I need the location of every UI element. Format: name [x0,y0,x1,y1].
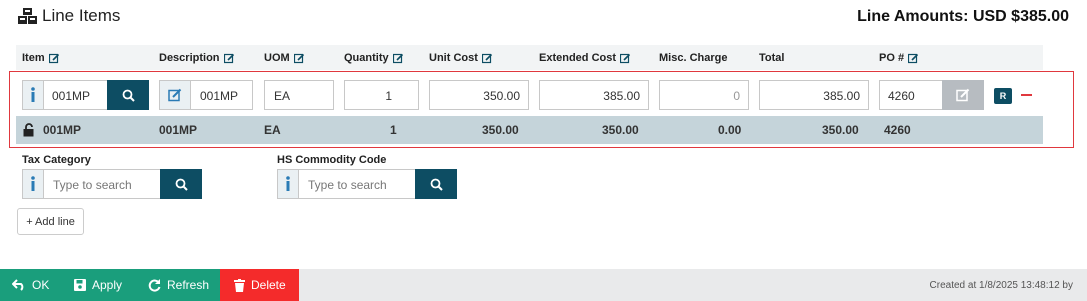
unit-cost-input[interactable]: 350.00 [429,80,529,110]
summary-description: 001MP [159,123,198,137]
summary-item: 001MP [43,123,82,137]
info-icon [286,176,290,191]
info-icon [31,176,35,191]
column-header-extended-cost[interactable]: Extended Cost [539,52,631,64]
cubes-icon [18,7,37,24]
edit-icon [908,53,919,63]
summary-unit-cost: 350.00 [482,123,519,137]
column-header-item[interactable]: Item [22,52,60,64]
column-header-quantity[interactable]: Quantity [344,52,404,64]
header: Line Items Line Amounts: USD $385.00 [18,6,1069,30]
unlock-icon [23,123,34,137]
line-items-page: Line Items Line Amounts: USD $385.00 Ite… [0,0,1087,301]
r-badge-button[interactable]: R [994,88,1012,104]
uom-input[interactable]: EA [264,80,334,110]
edit-icon [481,53,492,63]
apply-button[interactable]: Apply [74,269,122,301]
tax-category-input[interactable]: Type to search [43,169,161,199]
refresh-icon [148,278,161,291]
edit-icon [168,88,182,102]
description-input[interactable]: 001MP [190,80,253,110]
item-search-button[interactable] [107,80,149,110]
edit-icon [48,53,59,63]
column-header-description[interactable]: Description [159,52,235,64]
total-input[interactable]: 385.00 [759,80,869,110]
info-icon [31,87,35,102]
summary-extended-cost: 350.00 [602,123,639,137]
search-icon [175,178,188,191]
created-at-text: Created at 1/8/2025 13:48:12 by [929,280,1073,291]
edit-icon [956,88,970,102]
column-header-misc-charge: Misc. Charge [659,52,728,64]
ok-button[interactable]: OK [12,269,49,301]
tax-category-label: Tax Category [22,154,91,166]
delete-button[interactable]: Delete [220,269,299,301]
summary-quantity: 1 [390,123,397,137]
edit-icon [392,53,403,63]
description-edit-button[interactable] [159,80,191,110]
footer-bar: OK Apply Refresh Delete Created at 1/8/2… [0,269,1087,301]
hs-commodity-label: HS Commodity Code [277,154,387,166]
edit-icon [620,53,631,63]
tax-category-info-button[interactable] [22,169,44,199]
summary-po: 4260 [884,123,911,137]
column-header-unit-cost[interactable]: Unit Cost [429,52,493,64]
item-info-button[interactable] [22,80,44,110]
search-icon [430,178,443,191]
po-input[interactable]: 4260 [879,80,943,110]
hs-commodity-input[interactable]: Type to search [298,169,416,199]
edit-icon [293,53,304,63]
summary-misc-charge: 0.00 [718,123,742,137]
page-title-text: Line Items [42,6,121,25]
save-icon [74,279,86,291]
line-summary-row[interactable]: 001MP 001MP EA 1 350.00 350.00 0.00 350.… [16,116,1043,144]
line-amounts: Line Amounts: USD $385.00 [857,8,1069,25]
search-icon [122,89,135,102]
summary-uom: EA [264,123,281,137]
refresh-button[interactable]: Refresh [148,269,209,301]
po-edit-button[interactable] [942,80,984,110]
misc-charge-input[interactable]: 0 [659,80,749,110]
add-line-button[interactable]: + Add line [17,208,84,235]
item-input[interactable]: 001MP [43,80,108,110]
edit-icon [223,53,234,63]
trash-icon [234,278,245,292]
remove-line-button[interactable] [1021,94,1032,96]
column-header-total: Total [759,52,785,64]
column-headers: Item Description UOM Quantity Unit Cost … [16,45,1043,70]
undo-icon [12,279,24,291]
column-header-po[interactable]: PO # [879,52,919,64]
page-title: Line Items [18,6,120,26]
summary-total: 350.00 [822,123,859,137]
hs-commodity-info-button[interactable] [277,169,299,199]
tax-category-search-button[interactable] [160,169,202,199]
extended-cost-input[interactable]: 385.00 [539,80,649,110]
quantity-input[interactable]: 1 [344,80,419,110]
column-header-uom[interactable]: UOM [264,52,305,64]
hs-commodity-search-button[interactable] [415,169,457,199]
